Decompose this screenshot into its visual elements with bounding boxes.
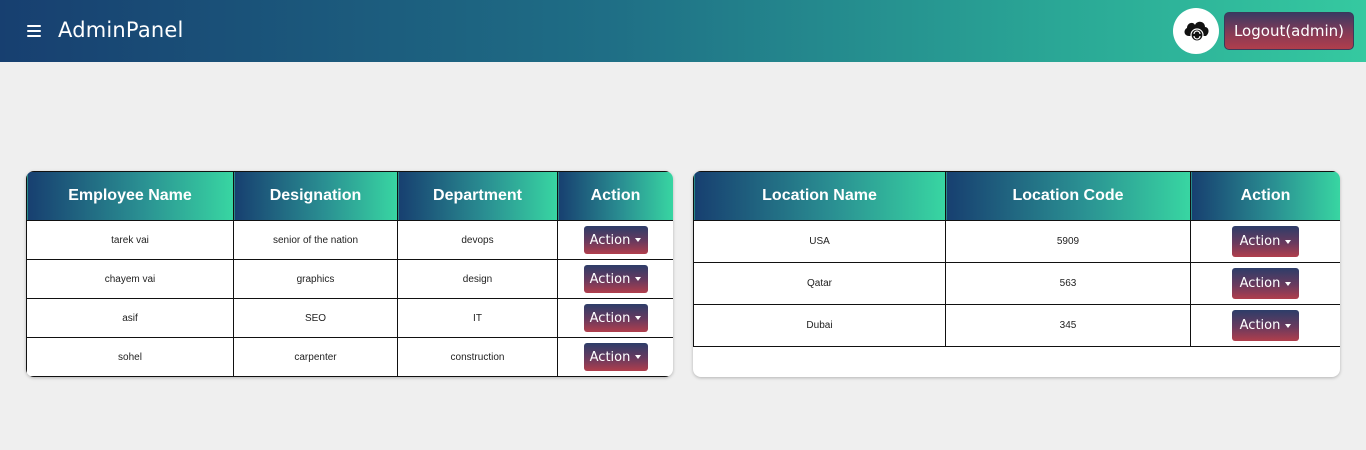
- location-table-header: Location Name Location Code Action: [693, 171, 1340, 221]
- column-header-location-code[interactable]: Location Code: [945, 171, 1191, 221]
- employee-table-card: Employee Name Designation Department Act…: [26, 171, 673, 377]
- caret-down-icon: [635, 355, 642, 359]
- location-name-cell: Dubai: [693, 304, 946, 347]
- hamburger-menu-icon[interactable]: [27, 25, 41, 37]
- location-code-cell: 345: [945, 304, 1191, 347]
- action-label: Action: [589, 310, 631, 326]
- table-row: Qatar 563 Action: [693, 262, 1340, 305]
- employee-name-cell: asif: [26, 298, 234, 338]
- designation-cell: graphics: [233, 259, 398, 299]
- column-header-employee-name[interactable]: Employee Name: [26, 171, 234, 221]
- caret-down-icon: [1285, 281, 1292, 286]
- table-row: USA 5909 Action: [693, 220, 1340, 263]
- department-cell: construction: [397, 337, 558, 377]
- action-cell: Action: [557, 259, 673, 299]
- location-code-cell: 5909: [945, 220, 1191, 263]
- action-dropdown-button[interactable]: Action: [583, 265, 648, 293]
- action-cell: Action: [557, 337, 673, 377]
- employee-table: Employee Name Designation Department Act…: [26, 171, 673, 377]
- action-dropdown-button[interactable]: Action: [583, 304, 648, 332]
- avatar[interactable]: [1173, 8, 1219, 54]
- table-row: Dubai 345 Action: [693, 304, 1340, 347]
- location-name-cell: Qatar: [693, 262, 946, 305]
- table-row: sohel carpenter construction Action: [26, 337, 673, 377]
- designation-cell: carpenter: [233, 337, 398, 377]
- action-label: Action: [1239, 318, 1281, 333]
- action-cell: Action: [557, 298, 673, 338]
- location-table-card: Location Name Location Code Action USA 5…: [693, 171, 1340, 377]
- employee-name-cell: tarek vai: [26, 220, 234, 260]
- column-header-designation[interactable]: Designation: [233, 171, 398, 221]
- action-label: Action: [589, 232, 631, 248]
- caret-down-icon: [635, 277, 642, 281]
- caret-down-icon: [1285, 323, 1292, 328]
- table-row: asif SEO IT Action: [26, 298, 673, 338]
- action-dropdown-button[interactable]: Action: [1232, 226, 1299, 257]
- action-label: Action: [1239, 234, 1281, 249]
- action-label: Action: [589, 349, 631, 365]
- location-table: Location Name Location Code Action USA 5…: [693, 171, 1340, 347]
- action-cell: Action: [1190, 304, 1340, 347]
- caret-down-icon: [635, 316, 642, 320]
- department-cell: design: [397, 259, 558, 299]
- employee-table-header: Employee Name Designation Department Act…: [26, 171, 673, 221]
- action-cell: Action: [557, 220, 673, 260]
- column-header-action: Action: [1190, 171, 1340, 221]
- employee-name-cell: chayem vai: [26, 259, 234, 299]
- action-dropdown-button[interactable]: Action: [583, 343, 648, 371]
- caret-down-icon: [1285, 239, 1292, 244]
- action-dropdown-button[interactable]: Action: [1232, 310, 1299, 341]
- cloud-sync-icon: [1184, 21, 1209, 42]
- top-navbar: AdminPanel Logout(admin): [0, 0, 1366, 62]
- action-cell: Action: [1190, 220, 1340, 263]
- location-name-cell: USA: [693, 220, 946, 263]
- column-header-department[interactable]: Department: [397, 171, 558, 221]
- brand-title: AdminPanel: [58, 18, 184, 42]
- action-label: Action: [1239, 276, 1281, 291]
- department-cell: IT: [397, 298, 558, 338]
- action-label: Action: [589, 271, 631, 287]
- column-header-location-name[interactable]: Location Name: [693, 171, 946, 221]
- logout-button[interactable]: Logout(admin): [1224, 12, 1354, 50]
- designation-cell: senior of the nation: [233, 220, 398, 260]
- location-code-cell: 563: [945, 262, 1191, 305]
- table-row: tarek vai senior of the nation devops Ac…: [26, 220, 673, 260]
- department-cell: devops: [397, 220, 558, 260]
- table-row: chayem vai graphics design Action: [26, 259, 673, 299]
- caret-down-icon: [635, 238, 642, 242]
- action-dropdown-button[interactable]: Action: [1232, 268, 1299, 299]
- designation-cell: SEO: [233, 298, 398, 338]
- action-dropdown-button[interactable]: Action: [583, 226, 648, 254]
- employee-name-cell: sohel: [26, 337, 234, 377]
- column-header-action: Action: [557, 171, 673, 221]
- action-cell: Action: [1190, 262, 1340, 305]
